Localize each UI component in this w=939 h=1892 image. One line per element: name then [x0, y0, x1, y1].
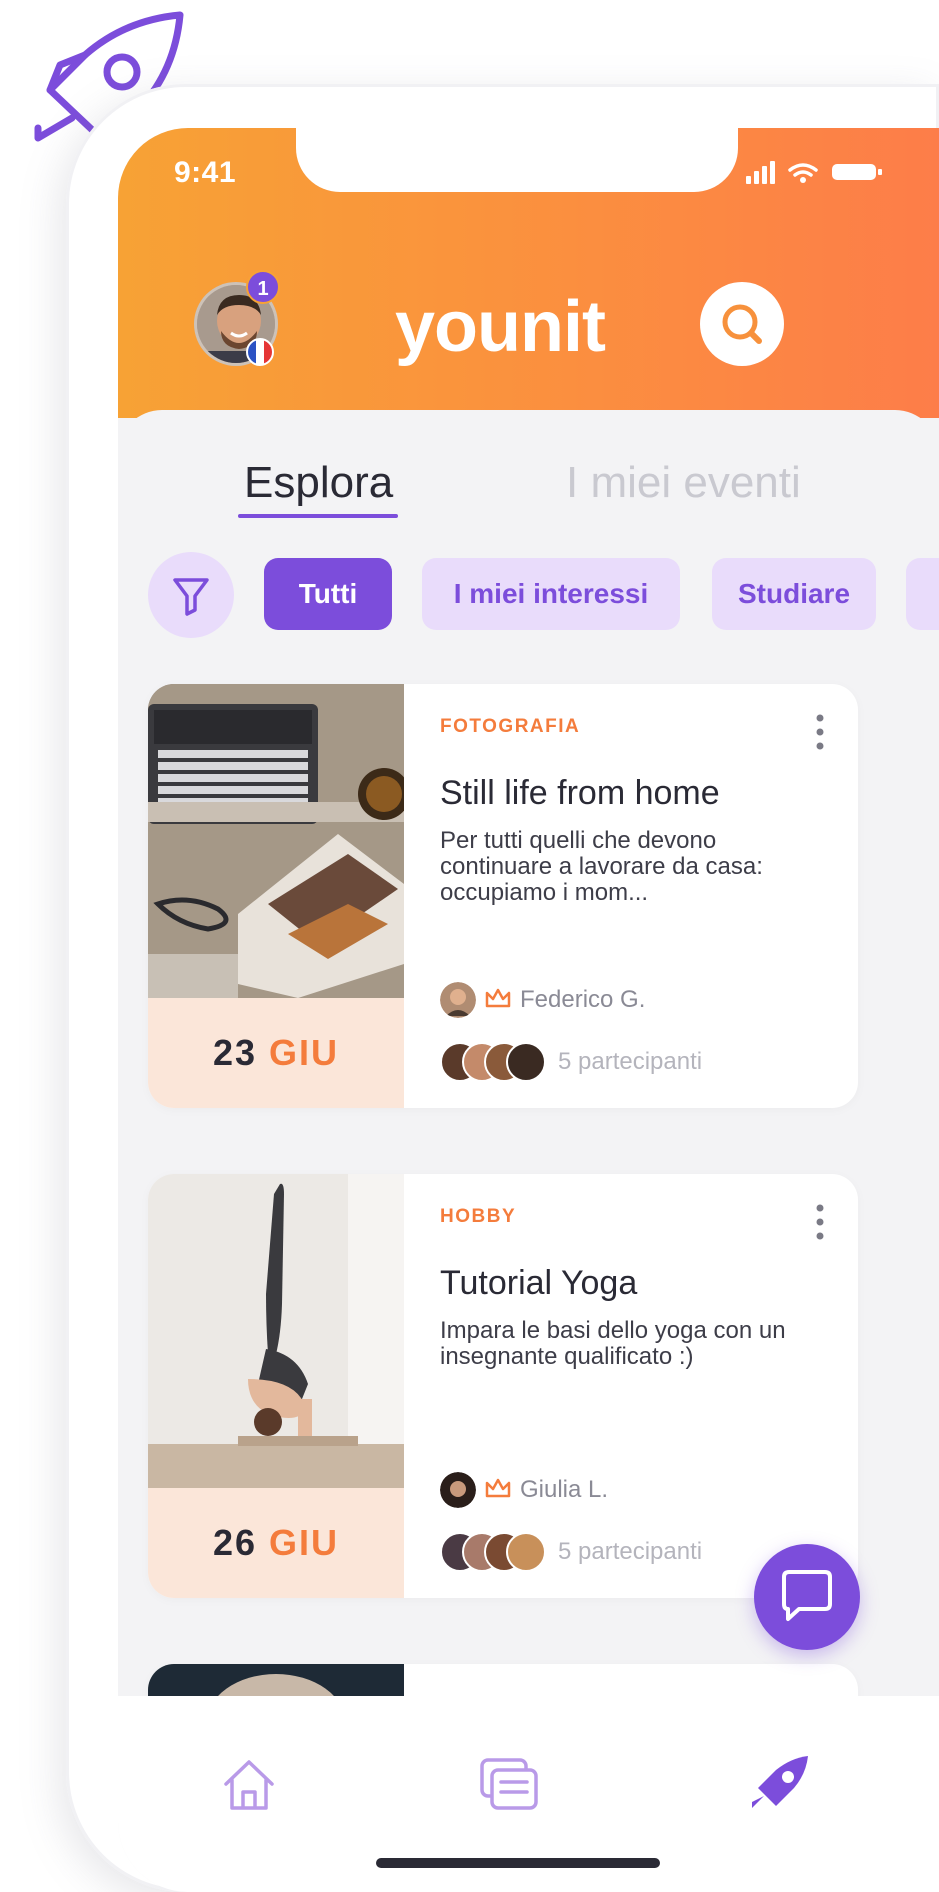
- notification-badge: 1: [246, 270, 280, 304]
- host-avatar: [440, 1472, 476, 1508]
- filter-chip-studiare[interactable]: Studiare: [712, 558, 876, 630]
- filter-chip-interessi[interactable]: I miei interessi: [422, 558, 680, 630]
- more-vertical-icon[interactable]: [810, 1202, 830, 1242]
- more-vertical-icon[interactable]: [810, 712, 830, 752]
- user-avatar[interactable]: 1: [194, 270, 280, 366]
- event-card[interactable]: 26 GIU HOBBY Tutorial Yoga Impara le bas…: [148, 1174, 858, 1598]
- host-avatar: [440, 982, 476, 1018]
- search-icon: [722, 304, 762, 344]
- chat-icon: [782, 1570, 832, 1621]
- app-screen: 9:41 1 younit Esplora I miei eventi Tutt…: [118, 128, 939, 1892]
- device-notch: [296, 128, 738, 192]
- event-month: GIU: [269, 1522, 340, 1563]
- france-flag-icon: [246, 338, 274, 366]
- filter-chip-tutti[interactable]: Tutti: [264, 558, 392, 630]
- event-month: GIU: [269, 1032, 340, 1073]
- home-icon[interactable]: [214, 1750, 284, 1820]
- phone-frame: 9:41 1 younit Esplora I miei eventi Tutt…: [66, 84, 939, 1892]
- app-logo: younit: [395, 287, 606, 367]
- participant-avatars: [440, 1042, 550, 1082]
- bottom-navigation: [118, 1696, 939, 1892]
- event-date: 26 GIU: [148, 1488, 404, 1598]
- chat-button[interactable]: [754, 1544, 860, 1650]
- participants-count: 5 partecipanti: [558, 1538, 703, 1565]
- event-day: 23: [212, 1032, 257, 1073]
- event-description: Per tutti quelli che devono continuare a…: [440, 827, 763, 906]
- participants-count: 5 partecipanti: [558, 1048, 703, 1075]
- filter-button[interactable]: [148, 552, 234, 638]
- event-image-laptop: [148, 684, 404, 998]
- app-header: 9:41 1 younit: [118, 128, 939, 418]
- messages-icon[interactable]: [474, 1750, 544, 1820]
- participant-avatars: [440, 1532, 550, 1572]
- host-name: Federico G.: [520, 986, 646, 1013]
- event-image-yoga: [148, 1174, 404, 1488]
- host-name: Giulia L.: [520, 1476, 609, 1503]
- event-card[interactable]: 23 GIU FOTOGRAFIA Still life from home P…: [148, 684, 858, 1108]
- rocket-icon[interactable]: [746, 1750, 816, 1820]
- filter-icon: [173, 578, 209, 616]
- active-tab-indicator: [238, 514, 398, 518]
- event-day: 26: [212, 1522, 257, 1563]
- event-title: Tutorial Yoga: [440, 1264, 638, 1302]
- event-category: FOTOGRAFIA: [440, 716, 581, 737]
- tab-esplora[interactable]: Esplora: [244, 458, 393, 508]
- event-description: Impara le basi dello yoga con un insegna…: [440, 1317, 786, 1370]
- crown-icon: [485, 1478, 511, 1498]
- status-icons: [746, 161, 882, 184]
- home-indicator: [376, 1858, 660, 1868]
- status-time: 9:41: [174, 156, 237, 189]
- event-category: HOBBY: [440, 1206, 517, 1227]
- crown-icon: [485, 988, 511, 1008]
- filter-chip-partial[interactable]: [906, 558, 939, 630]
- event-date: 23 GIU: [148, 998, 404, 1108]
- event-title: Still life from home: [440, 774, 720, 812]
- tab-miei-eventi[interactable]: I miei eventi: [566, 458, 801, 508]
- search-button[interactable]: [700, 282, 784, 366]
